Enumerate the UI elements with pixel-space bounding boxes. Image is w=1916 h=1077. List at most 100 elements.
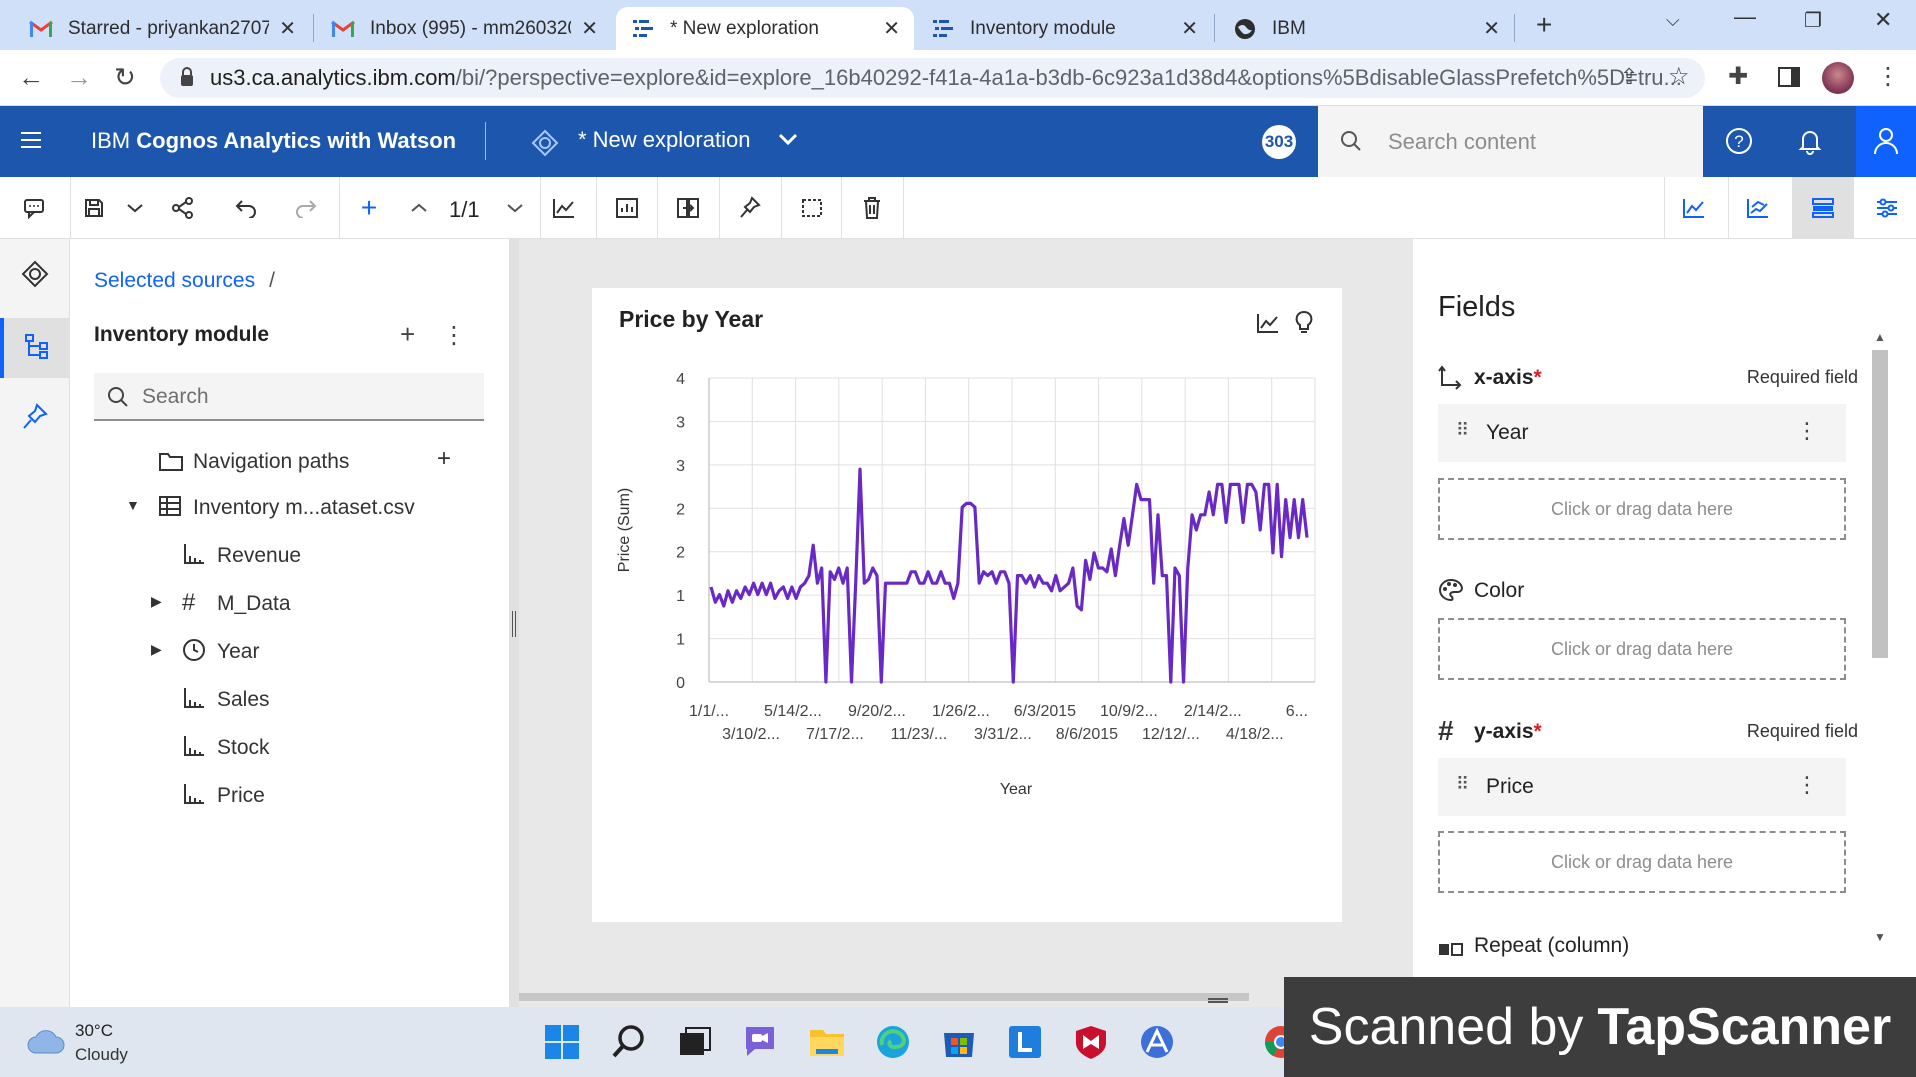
chevron-down-icon[interactable]	[778, 132, 798, 151]
panel-splitter[interactable]	[509, 239, 519, 1007]
back-icon[interactable]: ←	[18, 62, 44, 93]
x-axis-field-chip[interactable]: ⠿ Year ⋮	[1438, 404, 1846, 462]
search-content-field[interactable]: Search content	[1318, 106, 1703, 177]
drag-grip-icon[interactable]: ⠿	[1456, 774, 1470, 795]
select-area-icon[interactable]	[797, 193, 827, 223]
browser-tab-starred[interactable]: Starred - priyankan270720 ✕	[14, 7, 310, 50]
overflow-menu-icon[interactable]: ⋮	[1796, 418, 1818, 444]
save-menu-chevron-icon[interactable]	[120, 193, 150, 223]
tree-item-sales[interactable]: Sales	[70, 680, 510, 720]
scroll-down-icon[interactable]: ▼	[1874, 930, 1886, 944]
comment-icon[interactable]	[19, 193, 49, 223]
add-icon[interactable]: +	[400, 319, 415, 350]
tree-item-navigation-paths[interactable]: Navigation paths +	[70, 442, 510, 482]
mcafee-icon[interactable]	[1072, 1023, 1110, 1061]
url-field[interactable]: us3.ca.analytics.ibm.com/bi/?perspective…	[160, 58, 1705, 98]
data-tree-icon	[23, 332, 51, 365]
bell-icon[interactable]	[1795, 126, 1825, 156]
scrollbar-thumb[interactable]	[1872, 350, 1888, 658]
compare-icon[interactable]	[673, 193, 703, 223]
tab-search-icon[interactable]: ⌵	[1666, 10, 1680, 31]
rail-exploration[interactable]	[0, 246, 70, 306]
tree-item-year[interactable]: ▶ Year	[70, 632, 510, 672]
x-axis-dropzone[interactable]: Click or drag data here	[1438, 478, 1846, 540]
restore-icon[interactable]: ❐	[1804, 8, 1822, 33]
windows-start-icon[interactable]	[543, 1023, 581, 1061]
close-icon[interactable]: ✕	[1483, 16, 1500, 41]
pin-icon[interactable]	[735, 193, 765, 223]
browser-menu-icon[interactable]: ⋮	[1876, 62, 1900, 91]
y-axis-field-chip[interactable]: ⠿ Price ⋮	[1438, 758, 1846, 816]
user-profile-button[interactable]	[1856, 106, 1916, 177]
scroll-up-icon[interactable]: ▲	[1874, 330, 1886, 344]
close-icon[interactable]: ✕	[1181, 16, 1198, 41]
breadcrumb-selected-sources[interactable]: Selected sources	[94, 269, 255, 292]
rail-sources[interactable]	[0, 318, 70, 378]
save-icon[interactable]	[79, 193, 109, 223]
side-panel-icon[interactable]	[1778, 67, 1800, 87]
overflow-menu-icon[interactable]: ⋮	[1796, 772, 1818, 798]
insights-icon[interactable]	[612, 193, 642, 223]
add-icon[interactable]: +	[354, 192, 384, 223]
overflow-menu-icon[interactable]: ⋮	[442, 321, 466, 350]
extensions-icon[interactable]: ✚	[1728, 62, 1748, 91]
rail-pins[interactable]	[0, 389, 70, 449]
file-explorer-icon[interactable]	[808, 1023, 846, 1061]
new-tab-icon[interactable]: +	[1536, 9, 1552, 41]
add-navigation-path-icon[interactable]: +	[437, 445, 451, 473]
properties-icon[interactable]	[1872, 193, 1902, 223]
caret-down-icon[interactable]: ▼	[126, 497, 140, 513]
caret-right-icon[interactable]: ▶	[151, 641, 162, 658]
chat-icon[interactable]	[741, 1023, 779, 1061]
app-l-icon[interactable]	[1006, 1023, 1044, 1061]
cloud-icon[interactable]	[26, 1029, 66, 1060]
window-close-icon[interactable]: ✕	[1874, 7, 1892, 33]
notification-count-badge[interactable]: 303	[1262, 125, 1296, 159]
drag-handle-icon[interactable]	[512, 611, 516, 637]
exploration-title[interactable]: * New exploration	[578, 127, 750, 153]
next-page-chevron-icon[interactable]	[500, 193, 530, 223]
tree-item-revenue[interactable]: Revenue	[70, 536, 510, 576]
tree-item-dataset[interactable]: ▼ Inventory m...ataset.csv	[70, 488, 510, 528]
minimize-icon[interactable]: —	[1734, 4, 1756, 30]
undo-icon[interactable]	[231, 193, 261, 223]
close-icon[interactable]: ✕	[279, 16, 296, 41]
canvas-horizontal-scrollbar[interactable]	[519, 993, 1249, 1001]
share-icon[interactable]	[168, 193, 198, 223]
star-icon[interactable]: ☆	[1668, 62, 1690, 91]
reload-icon[interactable]: ↻	[114, 62, 136, 93]
close-icon[interactable]: ✕	[883, 16, 900, 41]
line-chart[interactable]: 0 1 1 2 2 3 3 4 1/1/... 5/14/2... 9/20/2... 1/26/2.…	[592, 288, 1342, 922]
resize-handle-icon[interactable]	[1208, 998, 1228, 1003]
vpn-app-icon[interactable]	[1138, 1023, 1176, 1061]
line-chart-icon[interactable]	[549, 193, 579, 223]
source-search-input[interactable]: Search	[94, 373, 484, 421]
avatar[interactable]	[1822, 62, 1854, 94]
color-dropzone[interactable]: Click or drag data here	[1438, 618, 1846, 680]
tree-item-stock[interactable]: Stock	[70, 728, 510, 768]
edge-browser-icon[interactable]	[874, 1023, 912, 1061]
redo-icon[interactable]	[291, 193, 321, 223]
browser-tab-inbox[interactable]: Inbox (995) - mm2603200 ✕	[316, 7, 612, 50]
close-icon[interactable]: ✕	[581, 16, 598, 41]
trash-icon[interactable]	[857, 193, 887, 223]
tree-item-price[interactable]: Price	[70, 776, 510, 816]
y-axis-dropzone[interactable]: Click or drag data here	[1438, 831, 1846, 893]
search-icon[interactable]	[610, 1023, 648, 1061]
share-icon[interactable]: ⇪	[1620, 64, 1638, 90]
previous-page-chevron-icon[interactable]	[404, 193, 434, 223]
tree-item-m-data[interactable]: ▶ # M_Data	[70, 584, 510, 624]
visualization-card[interactable]: Price by Year 0 1 1 2 2 3 3 4 1/1/... 5/14/2... 9/…	[592, 288, 1342, 922]
caret-right-icon[interactable]: ▶	[151, 593, 162, 610]
visualization-icon[interactable]	[1679, 193, 1709, 223]
drag-grip-icon[interactable]: ⠿	[1456, 420, 1470, 441]
forward-icon[interactable]: →	[66, 62, 92, 93]
analytics-icon[interactable]	[1743, 193, 1773, 223]
hamburger-menu-icon[interactable]	[21, 131, 41, 154]
task-view-icon[interactable]	[676, 1023, 714, 1061]
microsoft-store-icon[interactable]	[940, 1023, 978, 1061]
browser-tab-inventory-module[interactable]: Inventory module ✕	[916, 7, 1212, 50]
browser-tab-ibm[interactable]: IBM ✕	[1218, 7, 1514, 50]
help-icon[interactable]: ?	[1724, 126, 1754, 156]
browser-tab-new-exploration[interactable]: * New exploration ✕	[616, 7, 914, 50]
